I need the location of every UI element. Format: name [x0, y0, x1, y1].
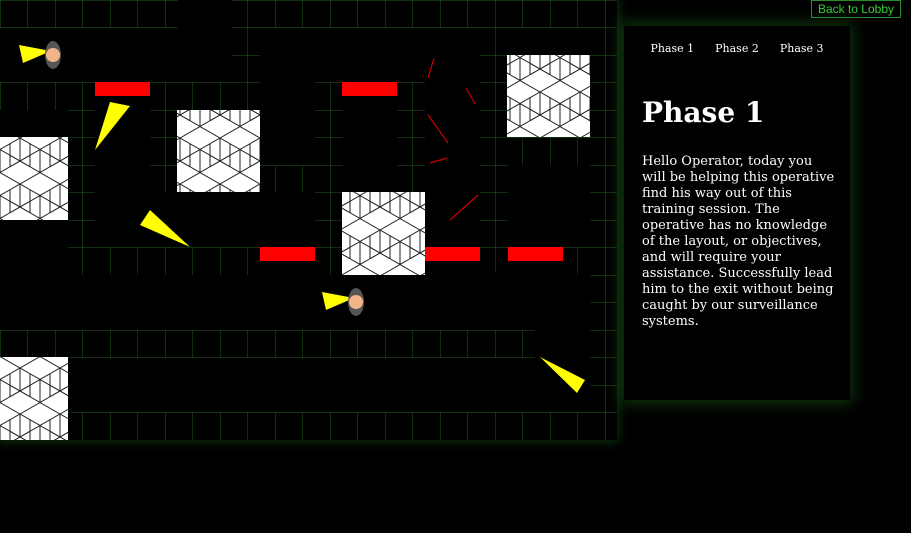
wall-block [562, 247, 590, 275]
phase-title: Phase 1 [642, 96, 765, 129]
wall-block [68, 110, 95, 247]
wall-block [150, 110, 178, 192]
laser-beam [449, 194, 479, 221]
wall-block [315, 247, 343, 275]
phase-description: Hello Operator, today you will be helpin… [642, 154, 835, 329]
wall-block [68, 247, 260, 275]
tab-phase-1[interactable]: Phase 1 [650, 42, 694, 55]
wall-block [0, 0, 178, 28]
camera-cone [140, 210, 190, 247]
laser-beam [429, 157, 448, 164]
camera-cone [540, 357, 585, 393]
crate-block [342, 192, 425, 275]
wall-block [0, 330, 535, 358]
wall-block [315, 82, 343, 247]
crate-block [177, 110, 260, 192]
mission-panel: Phase 1 Phase 2 Phase 3 Phase 1 Hello Op… [624, 26, 850, 400]
wall-block [232, 0, 617, 28]
crate-block [507, 55, 590, 137]
wall-block [590, 28, 617, 440]
laser-beam [427, 114, 449, 144]
red-door [342, 82, 397, 96]
lasers [427, 57, 479, 221]
wall-block [0, 412, 617, 440]
crate-block [0, 137, 68, 220]
wall-block [397, 82, 425, 192]
red-door [425, 247, 480, 261]
wall-block [150, 82, 260, 110]
game-board[interactable] [0, 0, 617, 440]
tab-phase-3[interactable]: Phase 3 [780, 42, 824, 55]
board-svg [0, 0, 617, 440]
operative-head [349, 295, 363, 309]
operative [322, 288, 364, 316]
red-door [95, 82, 150, 96]
camera-cone [95, 102, 130, 150]
operative-head [46, 48, 60, 62]
wall-block [232, 28, 260, 83]
operative [19, 41, 61, 69]
laser-beam [465, 87, 476, 105]
wall-block [0, 82, 95, 110]
wall-block [480, 82, 508, 272]
tab-phase-2[interactable]: Phase 2 [715, 42, 759, 55]
laser-beam [427, 57, 435, 79]
wall-block [260, 165, 315, 192]
red-door [260, 247, 315, 261]
wall-block [508, 137, 590, 165]
wall-block [480, 28, 508, 83]
phase-tabs: Phase 1 Phase 2 Phase 3 [624, 42, 850, 55]
back-to-lobby-button[interactable]: Back to Lobby [810, 0, 901, 18]
crate-block [0, 357, 68, 440]
red-door [508, 247, 563, 261]
